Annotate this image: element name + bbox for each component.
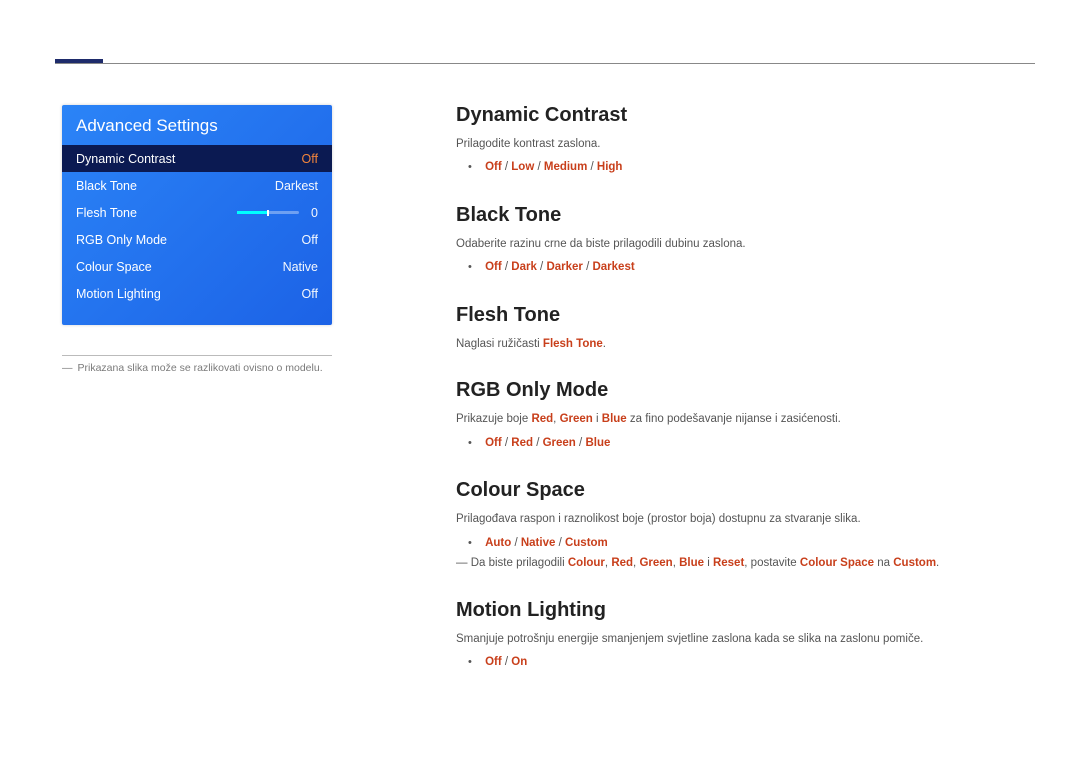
desc-dynamic-contrast: Prilagodite kontrast zaslona.: [456, 136, 1020, 153]
menu-item-label: Flesh Tone: [76, 206, 137, 220]
options-black-tone: Off / Dark / Darker / Darkest: [468, 257, 1020, 278]
heading-dynamic-contrast: Dynamic Contrast: [456, 100, 1020, 130]
menu-item-value: Native: [283, 260, 318, 274]
menu-item-label: Dynamic Contrast: [76, 152, 175, 166]
footnote-text: Prikazana slika može se razlikovati ovis…: [78, 362, 323, 374]
menu-item-label: Colour Space: [76, 260, 152, 274]
options-motion-lighting: Off / On: [468, 652, 1020, 673]
desc-colour-space: Prilagođava raspon i raznolikost boje (p…: [456, 511, 1020, 528]
desc-flesh-tone: Naglasi ružičasti Flesh Tone.: [456, 336, 1020, 353]
menu-item-value: Off: [302, 233, 318, 247]
menu-item-flesh-tone[interactable]: Flesh Tone 0: [62, 199, 332, 226]
options-dynamic-contrast: Off / Low / Medium / High: [468, 157, 1020, 178]
menu-item-label: Motion Lighting: [76, 287, 161, 301]
options-colour-space: Auto / Native / Custom: [468, 533, 1020, 554]
panel-title: Advanced Settings: [62, 105, 332, 145]
menu-item-value: 0: [311, 206, 318, 220]
heading-rgb-only-mode: RGB Only Mode: [456, 375, 1020, 405]
header-rule: [55, 63, 1035, 64]
slider-fill: [237, 211, 268, 214]
colour-space-subnote: ― Da biste prilagodili Colour, Red, Gree…: [456, 555, 1020, 572]
heading-colour-space: Colour Space: [456, 475, 1020, 505]
menu-item-value: Off: [302, 152, 318, 166]
panel-footnote: ―Prikazana slika može se razlikovati ovi…: [62, 362, 362, 374]
slider-thumb: [267, 210, 269, 216]
advanced-settings-panel: Advanced Settings Dynamic Contrast Off B…: [62, 105, 332, 325]
menu-item-dynamic-contrast[interactable]: Dynamic Contrast Off: [62, 145, 332, 172]
heading-flesh-tone: Flesh Tone: [456, 300, 1020, 330]
flesh-tone-slider[interactable]: [237, 211, 299, 214]
heading-motion-lighting: Motion Lighting: [456, 595, 1020, 625]
menu-item-motion-lighting[interactable]: Motion Lighting Off: [62, 280, 332, 307]
desc-motion-lighting: Smanjuje potrošnju energije smanjenjem s…: [456, 631, 1020, 648]
menu-item-rgb-only-mode[interactable]: RGB Only Mode Off: [62, 226, 332, 253]
heading-black-tone: Black Tone: [456, 200, 1020, 230]
desc-rgb-only-mode: Prikazuje boje Red, Green i Blue za fino…: [456, 411, 1020, 428]
options-rgb-only-mode: Off / Red / Green / Blue: [468, 433, 1020, 454]
menu-item-black-tone[interactable]: Black Tone Darkest: [62, 172, 332, 199]
menu-item-value: Darkest: [275, 179, 318, 193]
menu-item-label: RGB Only Mode: [76, 233, 167, 247]
footnote-rule: [62, 355, 332, 356]
menu-item-label: Black Tone: [76, 179, 137, 193]
content-column: Dynamic Contrast Prilagodite kontrast za…: [456, 100, 1020, 673]
desc-black-tone: Odaberite razinu crne da biste prilagodi…: [456, 236, 1020, 253]
menu-item-colour-space[interactable]: Colour Space Native: [62, 253, 332, 280]
menu-item-value: Off: [302, 287, 318, 301]
footnote-dash-icon: ―: [62, 362, 78, 374]
